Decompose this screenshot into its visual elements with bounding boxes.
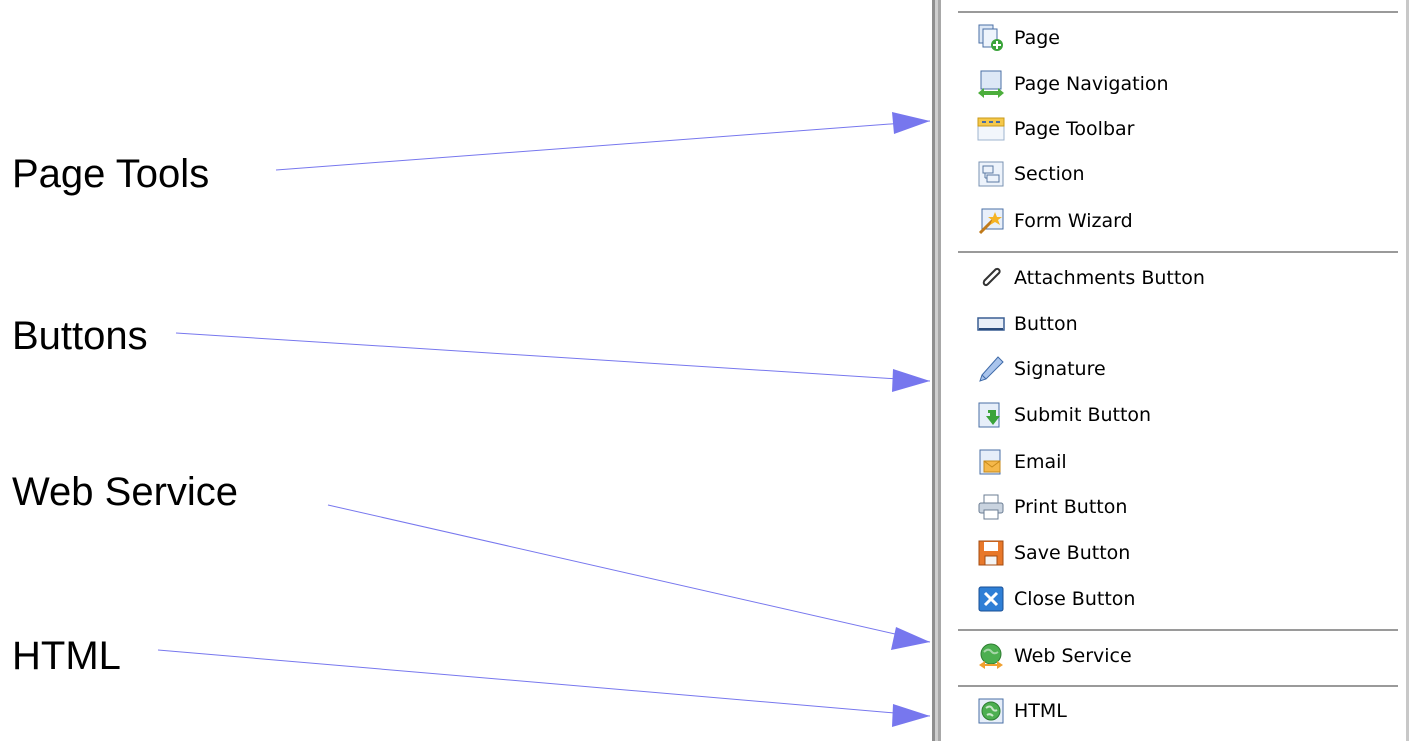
menu-item-label: Signature — [1014, 358, 1106, 380]
button-icon — [976, 309, 1006, 339]
menu-item-label: Section — [1014, 163, 1085, 185]
menu-item-page-toolbar[interactable]: Page Toolbar — [976, 112, 1134, 146]
menu-item-print-button[interactable]: Print Button — [976, 490, 1127, 524]
arrow-html — [157, 649, 931, 717]
menu-item-save-button[interactable]: Save Button — [976, 536, 1130, 570]
separator-buttons — [958, 629, 1398, 631]
menu-item-button[interactable]: Button — [976, 307, 1078, 341]
paperclip-icon — [976, 263, 1006, 293]
web-service-icon — [976, 641, 1006, 671]
globe-icon — [976, 696, 1006, 726]
close-icon — [976, 584, 1006, 614]
pen-icon — [976, 354, 1006, 384]
email-icon — [976, 447, 1006, 477]
menu-item-web-service[interactable]: Web Service — [976, 639, 1132, 673]
panel-left-border-shadow — [938, 0, 941, 741]
arrow-page-tools — [275, 120, 931, 171]
separator-top — [958, 11, 1398, 13]
panel-right-border — [1406, 0, 1409, 741]
menu-item-section[interactable]: Section — [976, 157, 1085, 191]
floppy-disk-icon — [976, 538, 1006, 568]
page-navigation-icon — [976, 69, 1006, 99]
menu-item-label: Print Button — [1014, 496, 1128, 518]
printer-icon — [976, 492, 1006, 522]
menu-item-page[interactable]: Page — [976, 21, 1060, 55]
arrow-buttons — [175, 332, 931, 382]
arrowhead-buttons — [892, 369, 930, 392]
section-icon — [976, 159, 1006, 189]
menu-item-label: Form Wizard — [1014, 210, 1133, 232]
arrow-web-service — [327, 504, 931, 643]
menu-item-email[interactable]: Email — [976, 445, 1067, 479]
menu-item-submit-button[interactable]: Submit Button — [976, 398, 1151, 432]
menu-item-form-wizard[interactable]: Form Wizard — [976, 204, 1133, 238]
menu-item-attachments-button[interactable]: Attachments Button — [976, 261, 1205, 295]
menu-item-label: HTML — [1014, 700, 1067, 722]
menu-item-label: Submit Button — [1014, 404, 1152, 426]
menu-item-label: Button — [1014, 313, 1078, 335]
menu-item-label: Page — [1014, 27, 1060, 49]
separator-page-tools — [958, 251, 1398, 253]
menu-item-label: Email — [1014, 451, 1067, 473]
arrowhead-page-tools — [892, 112, 930, 134]
menu-item-label: Save Button — [1014, 542, 1131, 564]
form-wizard-icon — [976, 206, 1006, 236]
menu-item-signature[interactable]: Signature — [976, 352, 1106, 386]
menu-item-page-navigation[interactable]: Page Navigation — [976, 67, 1169, 101]
menu-item-html[interactable]: HTML — [976, 694, 1067, 728]
separator-web-service — [958, 685, 1398, 687]
arrowhead-html — [892, 704, 930, 727]
submit-icon — [976, 400, 1006, 430]
menu-item-label: Attachments Button — [1014, 267, 1205, 289]
menu-item-label: Page Toolbar — [1014, 118, 1135, 140]
page-toolbar-icon — [976, 114, 1006, 144]
menu-item-label: Page Navigation — [1014, 73, 1169, 95]
page-add-icon — [976, 23, 1006, 53]
menu-item-label: Web Service — [1014, 645, 1132, 667]
arrowhead-web-service — [891, 627, 930, 650]
menu-item-close-button[interactable]: Close Button — [976, 582, 1135, 616]
menu-item-label: Close Button — [1014, 588, 1136, 610]
